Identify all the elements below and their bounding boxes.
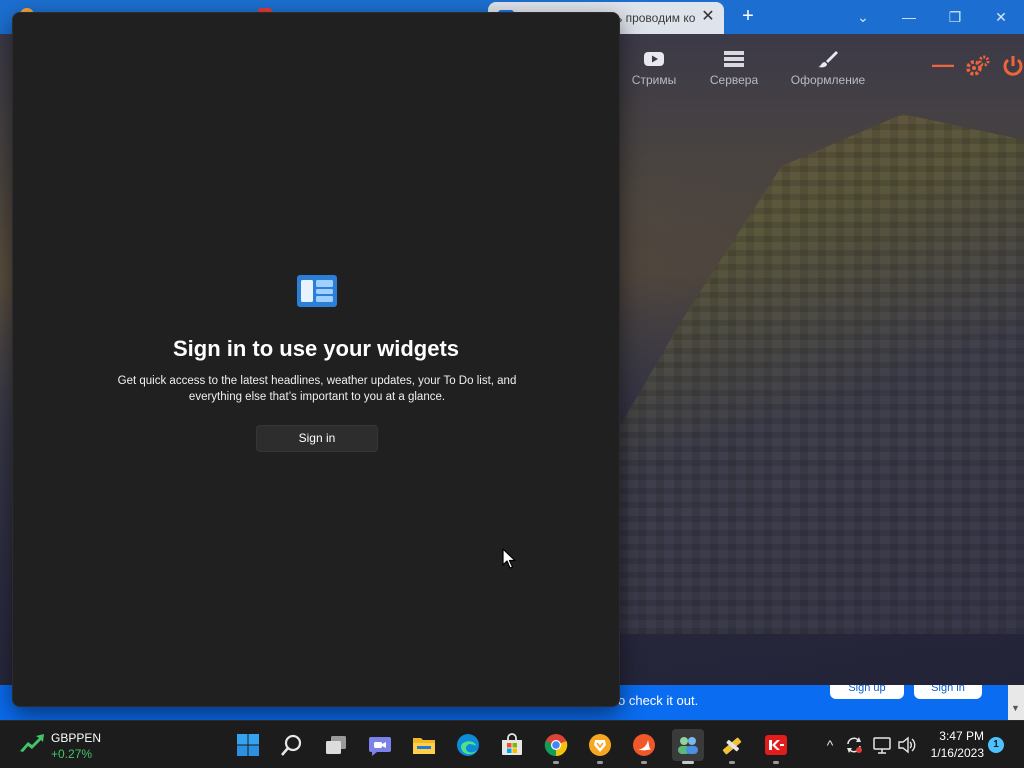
- task-view-icon: [326, 736, 346, 754]
- close-button[interactable]: ✕: [987, 4, 1015, 30]
- clock-date: 1/16/2023: [930, 746, 984, 760]
- scroll-down-icon[interactable]: ▼: [1011, 703, 1020, 713]
- background-landscape: [620, 114, 1024, 634]
- people-icon: [678, 737, 698, 754]
- banner-signin-button[interactable]: Sign in: [914, 685, 982, 699]
- running-indicator: [729, 761, 735, 764]
- signup-button[interactable]: Sign up: [830, 685, 904, 699]
- mouse-cursor-icon: [502, 548, 516, 569]
- power-icon[interactable]: [1002, 54, 1024, 78]
- stock-change: +0.27%: [51, 747, 93, 761]
- swift-icon: [633, 734, 655, 756]
- people-button[interactable]: [672, 729, 704, 764]
- network-icon[interactable]: [872, 735, 892, 755]
- tray-overflow-chevron-icon[interactable]: ^: [820, 735, 840, 755]
- edge-icon: [457, 734, 479, 756]
- start-button[interactable]: [232, 729, 264, 761]
- new-tab-button[interactable]: +: [736, 4, 760, 28]
- nav-appearance[interactable]: Оформление: [786, 50, 870, 87]
- brave-icon: [589, 734, 611, 756]
- launcher-minimize-button[interactable]: —: [932, 54, 954, 76]
- nav-appearance-label: Оформление: [790, 73, 866, 87]
- gears-icon[interactable]: [965, 54, 991, 78]
- tab-search-button[interactable]: ⌄: [849, 4, 877, 30]
- sync-icon[interactable]: [844, 735, 864, 755]
- tool-button[interactable]: [716, 729, 748, 764]
- volume-icon[interactable]: [897, 735, 917, 755]
- notification-badge[interactable]: 1: [988, 737, 1004, 753]
- folder-icon: [413, 738, 435, 754]
- teams-chat-icon: [369, 737, 391, 756]
- restore-button[interactable]: ❐: [941, 4, 969, 30]
- clock-time: 3:47 PM: [939, 729, 984, 743]
- running-indicator: [553, 761, 559, 764]
- task-view-button[interactable]: [320, 729, 352, 761]
- ruler-pencil-icon: [722, 737, 742, 755]
- swift-button[interactable]: [628, 729, 660, 764]
- widgets-title: Sign in to use your widgets: [172, 336, 460, 361]
- widgets-panel: Sign in to use your widgets Get quick ac…: [12, 12, 620, 707]
- banner-text: o check it out.: [618, 693, 699, 708]
- nav-servers-label: Сервера: [709, 73, 759, 87]
- red-app-icon: [765, 735, 787, 755]
- running-indicator: [597, 761, 603, 764]
- chrome-button[interactable]: [540, 729, 572, 764]
- active-indicator: [682, 761, 694, 764]
- widgets-signin-button[interactable]: Sign in: [256, 425, 378, 452]
- youtube-icon: [644, 52, 664, 66]
- edge-button[interactable]: [452, 729, 484, 761]
- widgets-logo-icon: [297, 275, 337, 307]
- nav-streams[interactable]: Стримы: [628, 50, 680, 87]
- microsoft-store-button[interactable]: [496, 729, 528, 761]
- server-icon: [724, 51, 744, 67]
- store-icon: [502, 733, 522, 755]
- file-explorer-button[interactable]: [408, 729, 440, 761]
- running-indicator: [641, 761, 647, 764]
- search-icon: [281, 734, 302, 756]
- red-app-button[interactable]: [760, 729, 792, 764]
- taskbar: GBPPEN +0.27% ^ 3:47 PM 1/16/2023 1: [0, 720, 1024, 768]
- widgets-description: Get quick access to the latest headlines…: [117, 375, 517, 403]
- scrollbar[interactable]: ▼: [1008, 685, 1024, 720]
- search-button[interactable]: [276, 729, 308, 761]
- stock-trend-up-icon: [20, 734, 44, 752]
- brush-icon: [818, 51, 838, 68]
- running-indicator: [773, 761, 779, 764]
- teams-chat-button[interactable]: [364, 729, 396, 761]
- tab-title: ь проводим ко: [616, 11, 696, 25]
- chrome-icon: [544, 734, 568, 757]
- minimize-button[interactable]: —: [895, 4, 923, 30]
- nav-streams-label: Стримы: [631, 73, 677, 87]
- nav-servers[interactable]: Сервера: [706, 50, 762, 87]
- stock-symbol: GBPPEN: [51, 731, 102, 745]
- tab-close-icon[interactable]: ✕: [698, 7, 718, 27]
- windows-logo-icon: [237, 734, 259, 756]
- brave-button[interactable]: [584, 729, 616, 764]
